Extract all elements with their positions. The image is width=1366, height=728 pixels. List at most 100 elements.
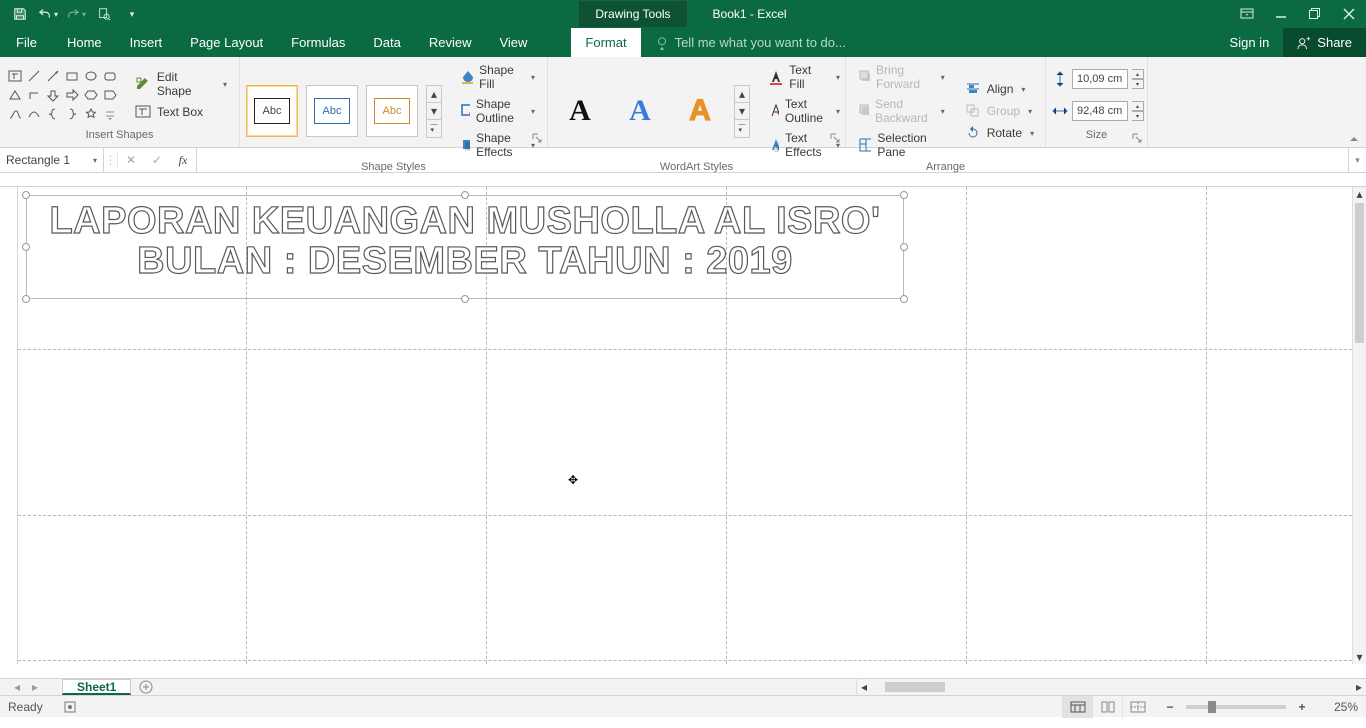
gallery-more-icon[interactable]: —▾	[735, 120, 749, 137]
shape-pentagon-icon[interactable]	[101, 86, 119, 104]
tab-review[interactable]: Review	[415, 28, 486, 57]
shape-down-arrow-icon[interactable]	[44, 86, 62, 104]
tab-insert[interactable]: Insert	[116, 28, 177, 57]
share-button[interactable]: Share	[1283, 28, 1366, 57]
tab-format[interactable]: Format	[571, 28, 640, 57]
save-button[interactable]	[6, 0, 34, 28]
tab-home[interactable]: Home	[53, 28, 116, 57]
tab-scroll-right[interactable]: ▸	[26, 680, 44, 694]
wordart-style-1[interactable]: A	[554, 85, 606, 137]
shape-style-2[interactable]: Abc	[306, 85, 358, 137]
shape-outline-button[interactable]: Shape Outline▾	[454, 95, 541, 127]
name-box[interactable]: Rectangle 1 ▾	[0, 148, 104, 172]
text-box-button[interactable]: Text Box	[129, 102, 233, 122]
shape-textbox-icon[interactable]	[6, 67, 24, 85]
print-preview-button[interactable]	[90, 0, 118, 28]
tell-me-search[interactable]: Tell me what you want to do...	[641, 28, 1216, 57]
text-fill-button[interactable]: Text Fill▾	[762, 61, 846, 93]
resize-handle-sw[interactable]	[22, 295, 30, 303]
wordart-gallery-nav[interactable]: ▴ ▾ —▾	[734, 85, 750, 138]
hscroll-thumb[interactable]	[885, 682, 945, 692]
shape-hexagon-icon[interactable]	[82, 86, 100, 104]
shape-style-gallery-nav[interactable]: ▴ ▾ —▾	[426, 85, 442, 138]
selected-shape[interactable]: LAPORAN KEUANGAN MUSHOLLA AL ISRO' BULAN…	[26, 195, 904, 299]
shape-effects-button[interactable]: Shape Effects▾	[454, 129, 541, 161]
height-spinner[interactable]: ▴▾	[1132, 69, 1144, 89]
send-backward-button[interactable]: Send Backward▾	[852, 95, 951, 127]
minimize-button[interactable]	[1264, 0, 1298, 28]
zoom-level[interactable]: 25%	[1318, 700, 1358, 714]
wordart-launcher[interactable]	[830, 133, 842, 145]
resize-handle-nw[interactable]	[22, 191, 30, 199]
shape-fill-button[interactable]: Shape Fill▾	[454, 61, 541, 93]
close-button[interactable]	[1332, 0, 1366, 28]
resize-handle-w[interactable]	[22, 243, 30, 251]
zoom-out-button[interactable]: −	[1162, 700, 1178, 714]
text-outline-button[interactable]: Text Outline▾	[762, 95, 846, 127]
edit-shape-button[interactable]: Edit Shape▾	[129, 68, 233, 100]
scroll-up-button[interactable]: ▴	[1353, 187, 1366, 201]
shape-right-brace-icon[interactable]	[63, 105, 81, 123]
scroll-down-button[interactable]: ▾	[1353, 650, 1366, 664]
sheet-tab-1[interactable]: Sheet1	[62, 679, 131, 695]
scroll-left-button[interactable]: ◂	[857, 680, 871, 694]
horizontal-scrollbar[interactable]: ◂ ▸	[856, 679, 1366, 695]
tab-view[interactable]: View	[485, 28, 541, 57]
shape-freeform-icon[interactable]	[6, 105, 24, 123]
resize-handle-n[interactable]	[461, 191, 469, 199]
zoom-slider[interactable]	[1186, 705, 1286, 709]
gallery-down-icon[interactable]: ▾	[735, 103, 749, 120]
wordart-style-2[interactable]: A	[614, 85, 666, 137]
shape-star-icon[interactable]	[82, 105, 100, 123]
ribbon-options-button[interactable]	[1230, 0, 1264, 28]
shape-triangle-icon[interactable]	[6, 86, 24, 104]
resize-handle-e[interactable]	[900, 243, 908, 251]
shape-oval-icon[interactable]	[82, 67, 100, 85]
shape-style-gallery[interactable]: Abc Abc Abc ▴ ▾ —▾	[246, 85, 442, 138]
size-launcher[interactable]	[1132, 133, 1144, 145]
tab-page-layout[interactable]: Page Layout	[176, 28, 277, 57]
shape-elbow-icon[interactable]	[25, 86, 43, 104]
resize-handle-s[interactable]	[461, 295, 469, 303]
shapes-gallery[interactable]	[6, 67, 119, 123]
undo-button[interactable]: ▾	[34, 0, 62, 28]
width-spinner[interactable]: ▴▾	[1132, 101, 1144, 121]
wordart-style-3[interactable]: A	[674, 85, 726, 137]
qat-customize-button[interactable]: ▾	[118, 0, 146, 28]
gallery-up-icon[interactable]: ▴	[735, 86, 749, 103]
selection-pane-button[interactable]: Selection Pane	[852, 129, 951, 161]
view-normal-button[interactable]	[1062, 696, 1092, 718]
wordart-gallery[interactable]: A A A ▴ ▾ —▾	[554, 85, 750, 138]
collapse-ribbon-button[interactable]	[1348, 133, 1360, 145]
vscroll-thumb[interactable]	[1355, 203, 1364, 343]
shape-right-arrow-icon[interactable]	[63, 86, 81, 104]
shape-style-1[interactable]: Abc	[246, 85, 298, 137]
gallery-more-icon[interactable]: —▾	[427, 120, 441, 137]
resize-handle-ne[interactable]	[900, 191, 908, 199]
group-button[interactable]: Group▾	[959, 101, 1040, 121]
view-page-layout-button[interactable]	[1092, 696, 1122, 718]
shape-curve-icon[interactable]	[25, 105, 43, 123]
restore-button[interactable]	[1298, 0, 1332, 28]
align-button[interactable]: Align▾	[959, 79, 1040, 99]
shape-rectangle-icon[interactable]	[63, 67, 81, 85]
macro-record-icon[interactable]	[63, 700, 77, 714]
shape-line-icon[interactable]	[25, 67, 43, 85]
row-headers[interactable]	[0, 187, 18, 664]
tab-formulas[interactable]: Formulas	[277, 28, 359, 57]
fx-icon[interactable]: fx	[170, 153, 196, 168]
shape-height-input[interactable]: 10,09 cm	[1072, 69, 1128, 89]
new-sheet-button[interactable]	[131, 679, 161, 695]
cancel-formula-button[interactable]: ✕	[118, 153, 144, 167]
shape-width-input[interactable]: 92,48 cm	[1072, 101, 1128, 121]
shape-left-brace-icon[interactable]	[44, 105, 62, 123]
sheet-canvas[interactable]: LAPORAN KEUANGAN MUSHOLLA AL ISRO' BULAN…	[18, 187, 1352, 664]
view-page-break-button[interactable]	[1122, 696, 1152, 718]
gallery-up-icon[interactable]: ▴	[427, 86, 441, 103]
zoom-in-button[interactable]: +	[1294, 700, 1310, 714]
zoom-slider-knob[interactable]	[1208, 701, 1216, 713]
tab-file[interactable]: File	[0, 28, 53, 57]
gallery-down-icon[interactable]: ▾	[427, 103, 441, 120]
vertical-scrollbar[interactable]: ▴ ▾	[1352, 187, 1366, 664]
shape-line-arrow-icon[interactable]	[44, 67, 62, 85]
